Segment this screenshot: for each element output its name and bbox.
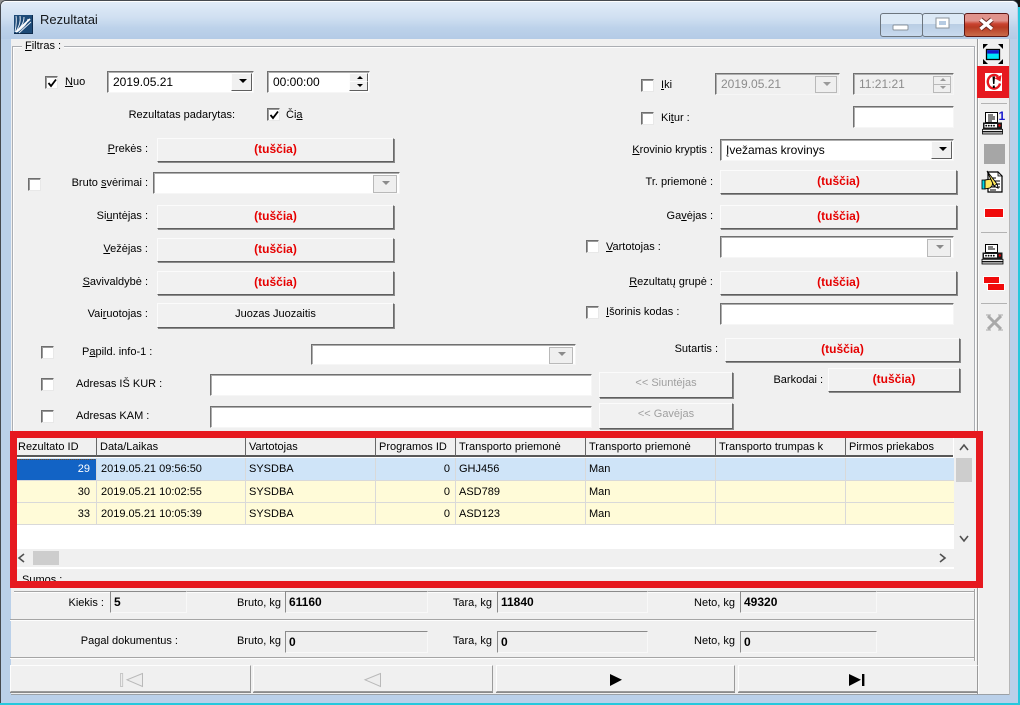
svg-text:1: 1: [999, 111, 1006, 123]
